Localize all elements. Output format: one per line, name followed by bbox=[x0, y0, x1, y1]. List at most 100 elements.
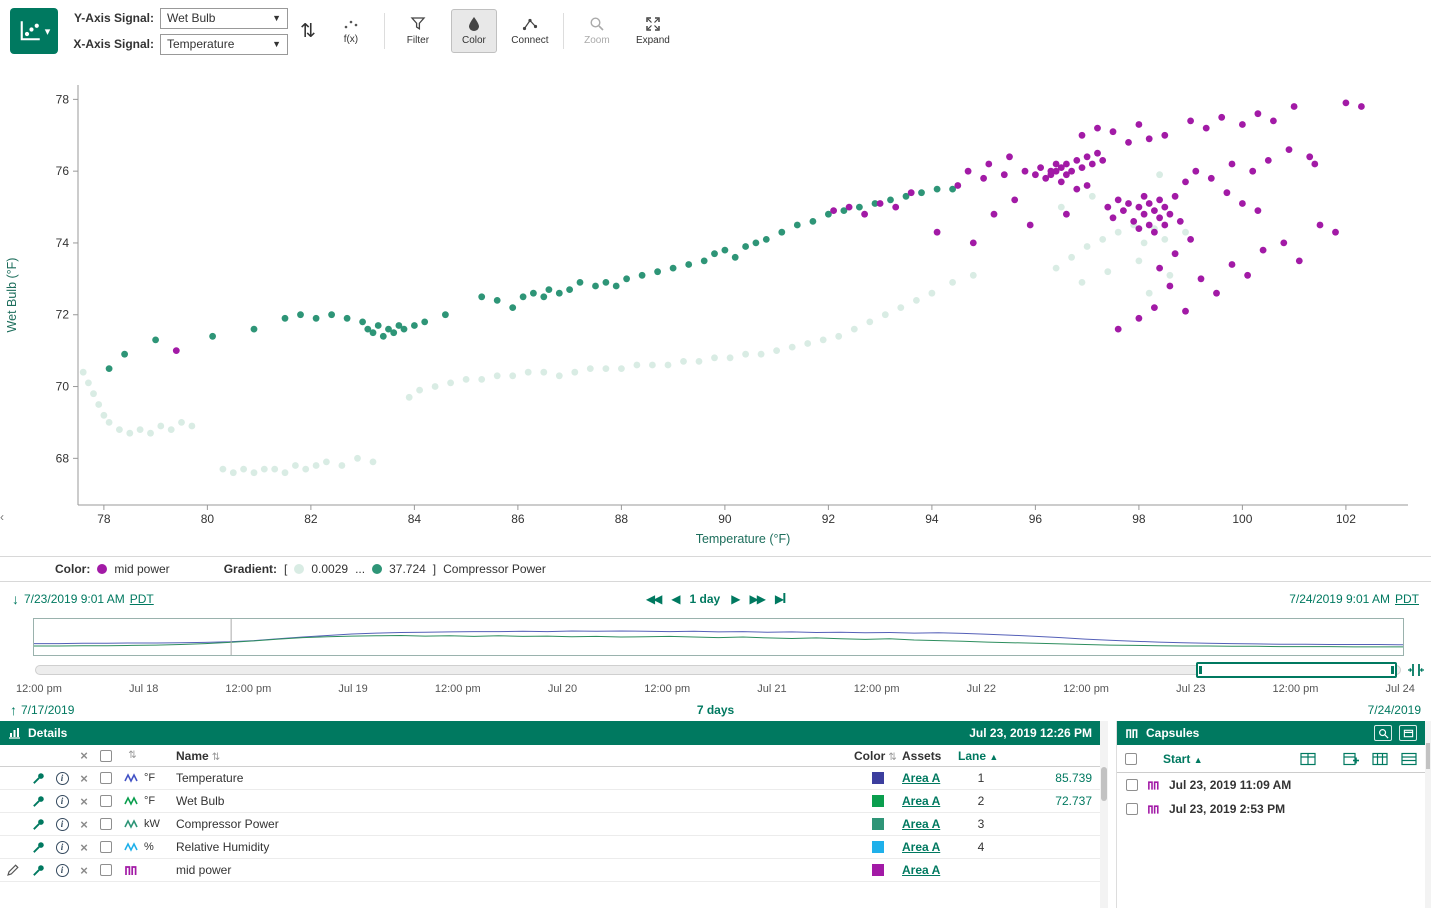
row-checkbox[interactable] bbox=[100, 795, 112, 807]
scatter-point bbox=[1063, 211, 1070, 218]
color-column-header[interactable]: Color⇅ bbox=[854, 749, 902, 763]
swap-axes-icon[interactable]: ⇅ bbox=[298, 20, 318, 43]
capsules-scrollbar[interactable] bbox=[1425, 721, 1431, 908]
add-column-icon[interactable] bbox=[1343, 752, 1359, 766]
scatter-point bbox=[509, 304, 516, 311]
chart-type-button[interactable]: ▾ bbox=[10, 8, 58, 54]
scatter-point bbox=[1110, 128, 1117, 135]
remove-icon[interactable]: × bbox=[80, 840, 88, 855]
remove-icon[interactable]: × bbox=[80, 771, 88, 786]
scrollbar-thumb[interactable] bbox=[1101, 767, 1107, 801]
info-icon[interactable]: i bbox=[56, 795, 69, 808]
assets-column-header[interactable]: Assets bbox=[902, 749, 958, 763]
scatter-point bbox=[1084, 153, 1091, 160]
x-axis-signal-select[interactable]: Temperature ▼ bbox=[160, 34, 288, 55]
adjust-range-icon[interactable] bbox=[1407, 662, 1425, 678]
display-range-start[interactable]: 7/23/2019 9:01 AM bbox=[24, 592, 125, 606]
color-swatch[interactable] bbox=[872, 772, 884, 784]
asset-link[interactable]: Area A bbox=[902, 817, 958, 831]
color-swatch[interactable] bbox=[872, 818, 884, 830]
expand-button[interactable]: Expand bbox=[630, 9, 676, 53]
fx-button[interactable]: f(x) bbox=[328, 9, 374, 53]
info-icon[interactable]: i bbox=[56, 772, 69, 785]
table-row[interactable]: i × mid power Area A bbox=[0, 859, 1100, 882]
pin-icon[interactable] bbox=[31, 863, 46, 878]
scatter-point bbox=[742, 243, 749, 250]
sort-icon[interactable]: ⇅ bbox=[128, 750, 136, 761]
pin-icon[interactable] bbox=[31, 771, 46, 786]
step-backward-button[interactable]: ◀ bbox=[671, 592, 678, 606]
pin-icon[interactable] bbox=[31, 794, 46, 809]
connect-button[interactable]: Connect bbox=[507, 9, 553, 53]
table-row[interactable]: i × kW Compressor Power Area A 3 bbox=[0, 813, 1100, 836]
color-button[interactable]: Color bbox=[451, 9, 497, 53]
remove-icon[interactable]: × bbox=[80, 794, 88, 809]
lane-column-header[interactable]: Lane ▲ bbox=[958, 749, 1004, 763]
capsule-checkbox[interactable] bbox=[1126, 803, 1138, 815]
fast-forward-button[interactable]: ▶▶ bbox=[749, 592, 763, 606]
stats-column-icon[interactable] bbox=[1372, 752, 1388, 766]
timezone-link[interactable]: PDT bbox=[1395, 592, 1419, 606]
timezone-link[interactable]: PDT bbox=[130, 592, 154, 606]
color-swatch[interactable] bbox=[872, 795, 884, 807]
start-column-header[interactable]: Start ▲ bbox=[1163, 752, 1203, 766]
investigate-range-duration[interactable]: 7 days bbox=[697, 703, 734, 717]
asset-link[interactable]: Area A bbox=[902, 863, 958, 877]
pin-icon[interactable] bbox=[31, 840, 46, 855]
scrollbar-thumb[interactable] bbox=[1426, 743, 1430, 769]
scatter-point bbox=[240, 466, 247, 473]
scatter-point bbox=[722, 247, 729, 254]
scatter-point bbox=[292, 462, 299, 469]
capsule-row[interactable]: Jul 23, 2019 2:53 PM bbox=[1117, 797, 1425, 821]
display-range-end[interactable]: 7/24/2019 9:01 AM bbox=[1289, 592, 1390, 606]
export-table-icon[interactable] bbox=[1401, 752, 1417, 766]
capsule-checkbox[interactable] bbox=[1126, 779, 1138, 791]
table-row[interactable]: i × % Relative Humidity Area A 4 bbox=[0, 836, 1100, 859]
row-checkbox[interactable] bbox=[100, 864, 112, 876]
scatter-point bbox=[540, 369, 547, 376]
capsule-row[interactable]: Jul 23, 2019 11:09 AM bbox=[1117, 773, 1425, 797]
scatter-chart[interactable]: 7880828486889092949698100102687072747678… bbox=[0, 62, 1431, 556]
mid-power-dot-icon bbox=[97, 564, 107, 574]
color-swatch[interactable] bbox=[872, 864, 884, 876]
capsules-select-all-checkbox[interactable] bbox=[1125, 753, 1137, 765]
search-button[interactable] bbox=[1374, 725, 1392, 741]
timeline-selected-range-handle[interactable] bbox=[1196, 662, 1397, 678]
step-forward-button[interactable]: ▶ bbox=[731, 592, 738, 606]
toolbar-divider bbox=[384, 13, 385, 49]
pin-icon[interactable] bbox=[31, 817, 46, 832]
overview-trend-chart[interactable] bbox=[33, 618, 1404, 656]
info-icon[interactable]: i bbox=[56, 841, 69, 854]
investigate-range-start[interactable]: 7/17/2019 bbox=[21, 703, 74, 717]
color-swatch[interactable] bbox=[872, 841, 884, 853]
asset-link[interactable]: Area A bbox=[902, 771, 958, 785]
filter-button[interactable]: Filter bbox=[395, 9, 441, 53]
minimize-button[interactable] bbox=[1399, 725, 1417, 741]
asset-link[interactable]: Area A bbox=[902, 840, 958, 854]
condition-capsule-icon bbox=[124, 864, 138, 876]
row-checkbox[interactable] bbox=[100, 772, 112, 784]
row-checkbox[interactable] bbox=[100, 818, 112, 830]
collapse-panel-icon[interactable]: ‹ bbox=[0, 510, 4, 524]
fast-backward-button[interactable]: ◀◀ bbox=[646, 592, 660, 606]
remove-all-button[interactable]: × bbox=[80, 748, 88, 763]
remove-icon[interactable]: × bbox=[80, 817, 88, 832]
step-to-end-button[interactable]: ▶ bbox=[775, 592, 785, 606]
investigate-range-end[interactable]: 7/24/2019 bbox=[1368, 703, 1421, 717]
info-icon[interactable]: i bbox=[56, 818, 69, 831]
table-row[interactable]: i × °F Temperature Area A 1 85.739 bbox=[0, 767, 1100, 790]
edit-icon[interactable] bbox=[6, 863, 20, 877]
remove-icon[interactable]: × bbox=[80, 863, 88, 878]
x-tick-label: 98 bbox=[1132, 512, 1146, 526]
step-duration-label[interactable]: 1 day bbox=[690, 592, 721, 606]
name-column-header[interactable]: Name⇅ bbox=[176, 749, 854, 763]
asset-link[interactable]: Area A bbox=[902, 794, 958, 808]
table-row[interactable]: i × °F Wet Bulb Area A 2 72.737 bbox=[0, 790, 1100, 813]
scatter-point bbox=[401, 326, 408, 333]
details-scrollbar[interactable] bbox=[1100, 721, 1108, 908]
info-icon[interactable]: i bbox=[56, 864, 69, 877]
select-all-checkbox[interactable] bbox=[100, 750, 112, 762]
y-axis-signal-select[interactable]: Wet Bulb ▼ bbox=[160, 8, 288, 29]
row-checkbox[interactable] bbox=[100, 841, 112, 853]
table-grid-icon[interactable] bbox=[1300, 752, 1316, 766]
